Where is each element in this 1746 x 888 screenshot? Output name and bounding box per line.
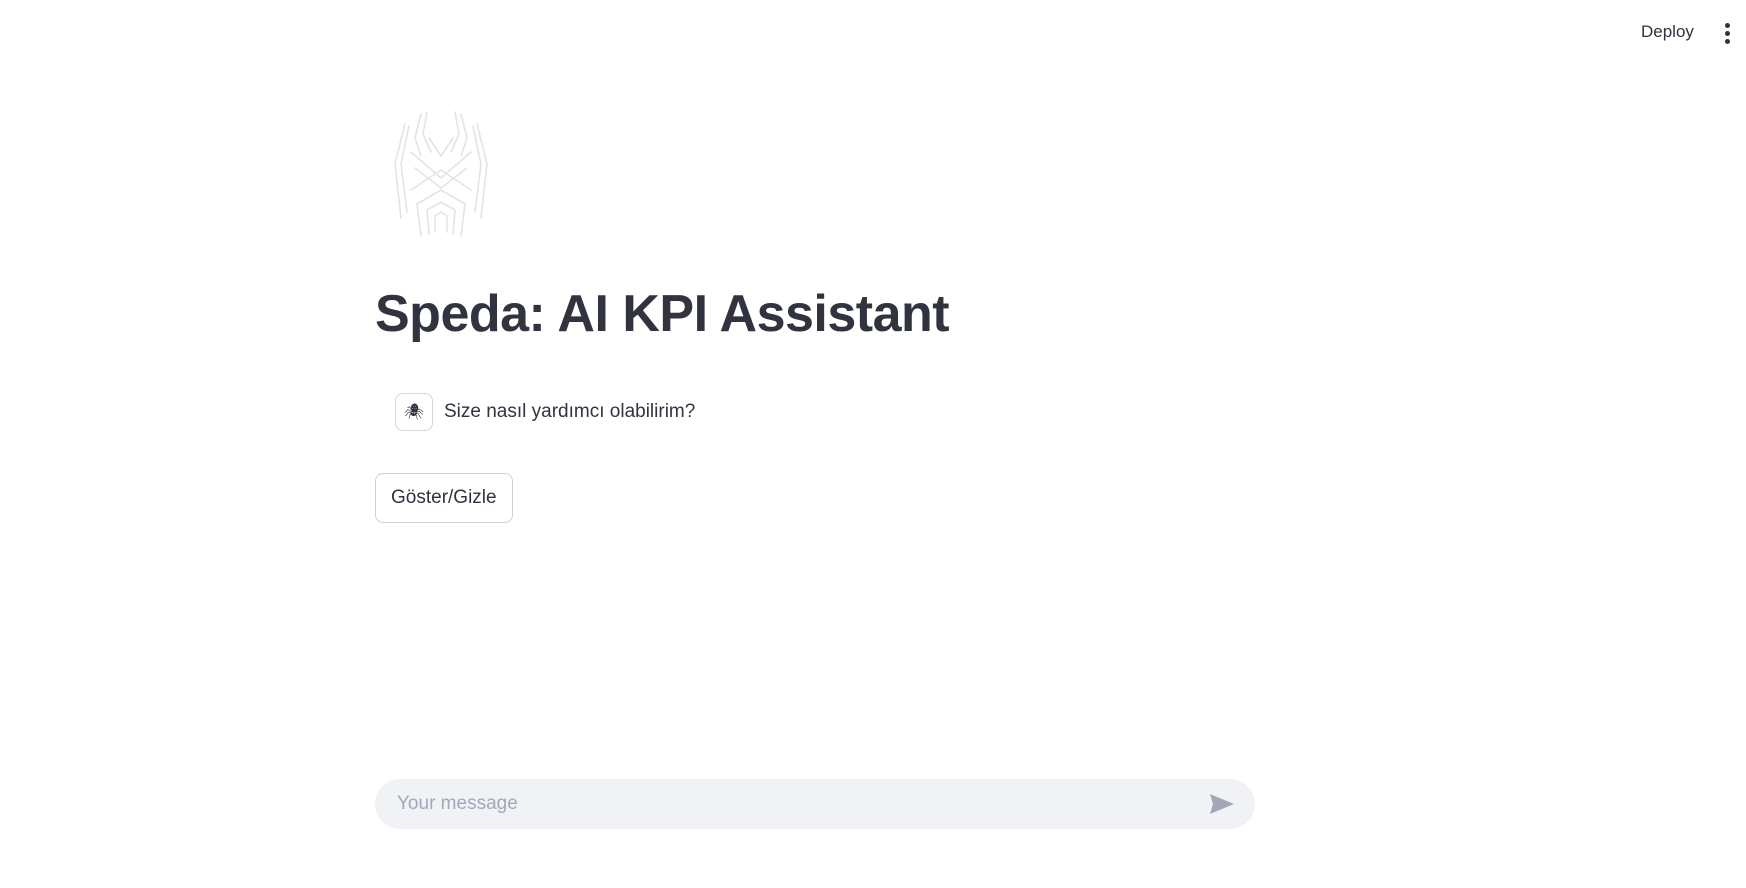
spider-icon: 🕷 — [395, 393, 433, 431]
send-button[interactable] — [1207, 789, 1237, 819]
more-vertical-icon — [1714, 22, 1740, 44]
chat-input-container — [375, 779, 1255, 829]
deploy-button[interactable]: Deploy — [1631, 17, 1704, 47]
show-hide-button[interactable]: Göster/Gizle — [375, 473, 513, 523]
chat-message-text: Size nasıl yardımcı olabilirim? — [444, 401, 696, 422]
main-menu-button[interactable] — [1714, 18, 1740, 48]
send-icon — [1209, 793, 1235, 815]
app-header: Deploy — [0, 0, 1746, 64]
chat-message-assistant: 🕷 Size nasıl yardımcı olabilirim? — [395, 393, 695, 431]
chat-message-input[interactable] — [395, 792, 1207, 816]
app-root: Deploy Speda: AI KPI Assistant 🕷 Size na… — [0, 0, 1746, 888]
spider-logo — [391, 108, 491, 238]
page-title: Speda: AI KPI Assistant — [375, 285, 950, 343]
